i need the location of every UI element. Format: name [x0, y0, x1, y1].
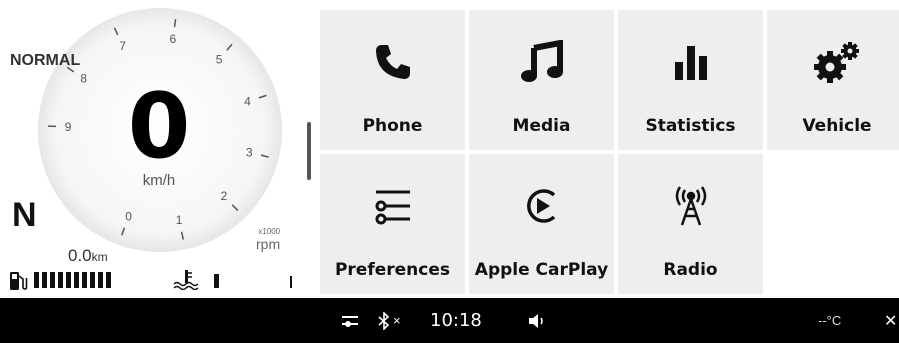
gears-icon — [813, 38, 861, 86]
fuel-level-segment — [90, 272, 95, 288]
gear-indicator: N — [12, 196, 37, 234]
clock: 10:18 — [430, 310, 482, 331]
fuel-level-segment — [82, 272, 87, 288]
fuel-level-segment — [34, 272, 39, 288]
tacho-tick-label: 8 — [80, 72, 87, 86]
tacho-tick-label: 0 — [125, 209, 132, 223]
fuel-level-segment — [74, 272, 79, 288]
tile-vehicle[interactable]: Vehicle — [767, 10, 899, 150]
tacho-tick-label: 5 — [216, 53, 223, 67]
close-icon[interactable]: ✕ — [884, 298, 897, 343]
tacho-tick-label: 3 — [246, 145, 253, 159]
tacho-tick-label: 7 — [119, 39, 126, 53]
rpm-multiplier: x1000 — [258, 227, 281, 236]
tacho-tick-label: 9 — [65, 120, 72, 134]
phone-icon — [373, 38, 413, 86]
odometer: 0.0km — [68, 246, 108, 266]
fuel-level-segment — [106, 272, 111, 288]
instrument-cluster: 0 1 2 3 4 5 6 7 8 9 NORMAL 0 km/h N 0.0km x1000 rp… — [0, 0, 300, 298]
music-note-icon — [520, 38, 564, 86]
tile-statistics[interactable]: Statistics — [618, 10, 763, 150]
status-bar: × 10:18 --°C ✕ — [0, 298, 899, 343]
bar-chart-icon — [671, 38, 711, 86]
carplay-icon — [522, 182, 562, 230]
fuel-level-segment — [66, 272, 71, 288]
tile-label: Vehicle — [802, 116, 872, 136]
temperature-gauge-end-marker — [290, 276, 292, 288]
tacho-tick-label: 4 — [244, 95, 251, 109]
fuel-level-segment — [58, 272, 63, 288]
tile-label: Radio — [663, 260, 718, 280]
odometer-value: 0.0 — [68, 246, 92, 265]
fuel-level-segment — [50, 272, 55, 288]
fuel-level-segment — [98, 272, 103, 288]
tile-phone[interactable]: Phone — [320, 10, 465, 150]
scroll-indicator[interactable] — [307, 122, 311, 180]
connection-icon[interactable] — [340, 298, 360, 343]
tile-label: Media — [512, 116, 571, 136]
fuel-pump-icon — [10, 272, 28, 290]
speed-unit: km/h — [142, 172, 176, 189]
tile-preferences[interactable]: Preferences — [320, 154, 465, 294]
fuel-level-segment — [42, 272, 47, 288]
bluetooth-disconnected-mark: × — [393, 313, 401, 328]
tile-radio[interactable]: Radio — [618, 154, 763, 294]
tacho-tick-label: 2 — [221, 189, 228, 203]
odometer-unit: km — [91, 250, 108, 264]
sliders-icon — [372, 182, 414, 230]
tacho-tick-label: 6 — [169, 32, 176, 46]
volume-icon[interactable] — [528, 298, 548, 343]
tile-label: Phone — [362, 116, 423, 136]
tile-apple-carplay[interactable]: Apple CarPlay — [469, 154, 614, 294]
rpm-unit: x1000 rpm — [256, 227, 281, 253]
tile-label: Statistics — [645, 116, 736, 136]
antenna-icon — [671, 182, 711, 230]
drive-mode-label: NORMAL — [10, 52, 81, 69]
fuel-level-gauge — [34, 272, 111, 288]
outside-temperature: --°C — [818, 313, 842, 328]
tacho-tick-label: 1 — [176, 213, 183, 227]
rpm-label: rpm — [256, 236, 281, 252]
bluetooth-icon[interactable]: × — [378, 298, 401, 343]
tile-label: Preferences — [334, 260, 451, 280]
temperature-level-bar — [214, 274, 219, 288]
coolant-temperature-icon — [173, 270, 199, 290]
speed-readout: 0 — [127, 74, 191, 179]
tile-label: Apple CarPlay — [474, 260, 609, 280]
tile-media[interactable]: Media — [469, 10, 614, 150]
